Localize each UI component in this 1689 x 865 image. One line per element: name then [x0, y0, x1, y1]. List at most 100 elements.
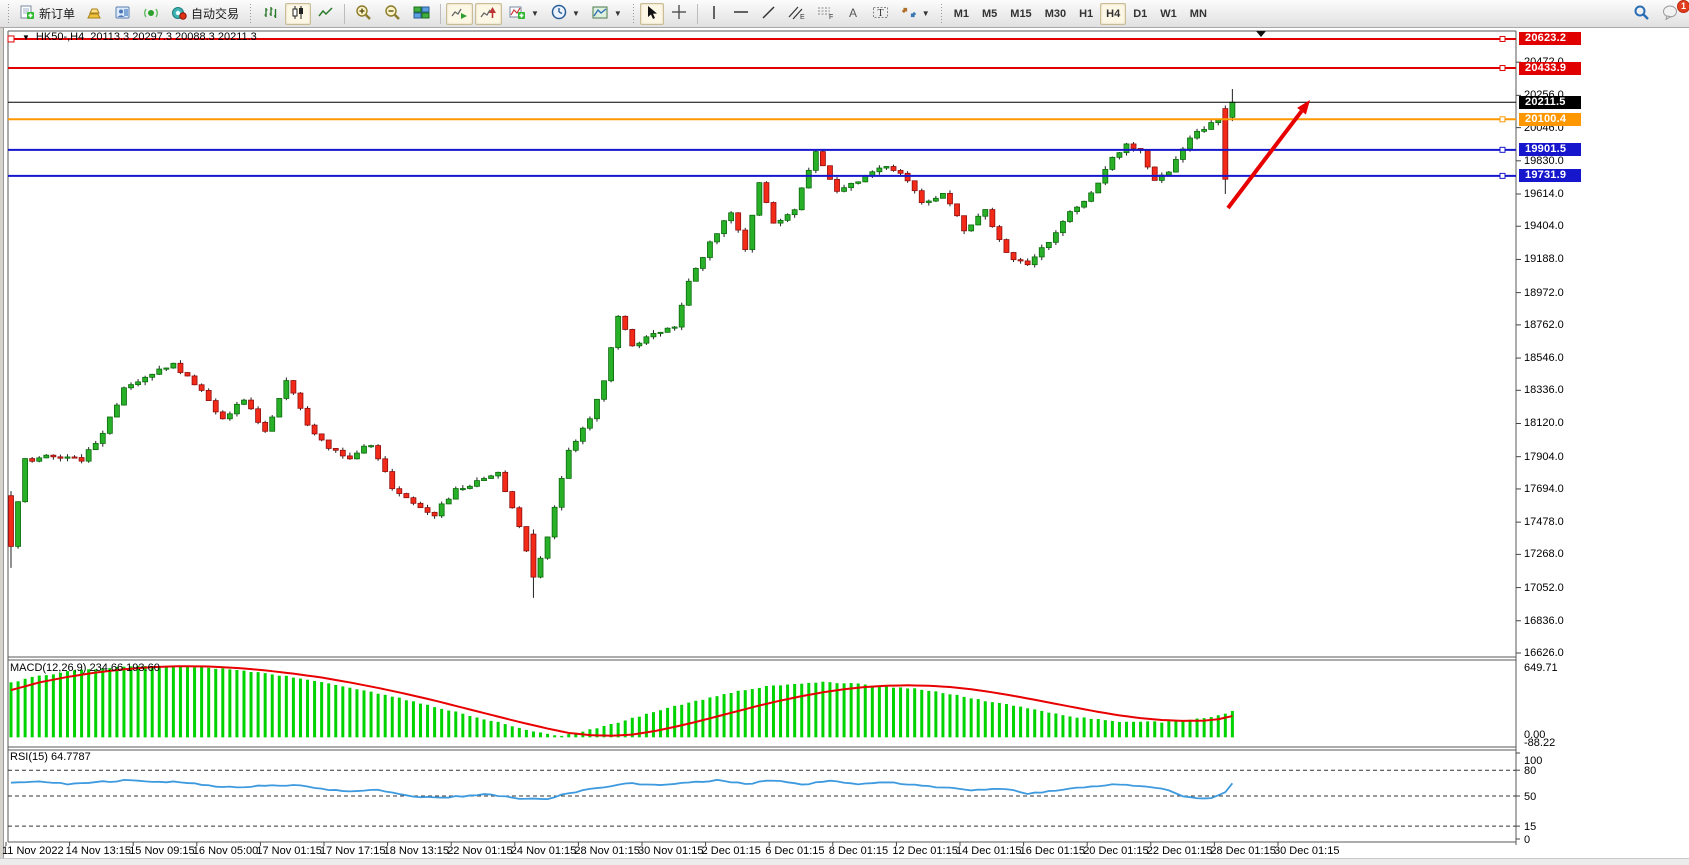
line-handle[interactable]: [1500, 66, 1505, 71]
candle: [1018, 258, 1023, 264]
signal-button[interactable]: [138, 3, 164, 25]
bar-chart-icon: [262, 5, 278, 23]
fibonacci-button[interactable]: F: [812, 3, 839, 25]
text-label-button[interactable]: T: [867, 3, 894, 25]
candle: [418, 502, 423, 508]
candlestick-chart-button[interactable]: [285, 3, 311, 25]
candle: [100, 431, 105, 447]
auto-trading-icon: [171, 5, 187, 23]
line-handle[interactable]: [1500, 117, 1505, 122]
time-tick-label: 30 Nov 01:15: [638, 845, 703, 857]
candle: [566, 448, 571, 479]
candle: [764, 181, 769, 203]
time-tick-label: 17 Nov 01:15: [256, 845, 321, 857]
candle: [256, 406, 261, 424]
zoom-out-button[interactable]: [379, 3, 406, 25]
trend-arrow[interactable]: [1228, 111, 1302, 208]
candle: [326, 440, 331, 451]
zoom-in-button[interactable]: [350, 3, 377, 25]
candle: [1152, 166, 1157, 180]
new-order-button[interactable]: 新订单: [15, 3, 80, 25]
equidistant-channel-button[interactable]: E: [783, 3, 810, 25]
symbol-dropdown-icon[interactable]: ▼: [22, 33, 30, 42]
indicators-button[interactable]: ▼: [504, 3, 544, 25]
accounts-icon: [115, 5, 131, 23]
candle: [891, 165, 896, 172]
candle: [1082, 201, 1087, 209]
line-handle[interactable]: [1500, 36, 1505, 41]
candle: [460, 485, 465, 491]
current-price-badge: 20211.5: [1519, 96, 1581, 109]
zoom-out-icon: [384, 4, 401, 23]
chart-title: ▼ HK50-,H4 20113.3 20297.3 20088.3 20211…: [22, 31, 257, 43]
vertical-line-button[interactable]: [703, 3, 726, 25]
candle: [884, 166, 889, 170]
candle: [997, 225, 1002, 242]
candle: [524, 526, 529, 552]
cursor-button[interactable]: [640, 3, 664, 25]
time-tick-label: 11 Nov 2022: [2, 845, 64, 857]
candle: [157, 366, 162, 375]
candle: [778, 219, 783, 227]
candle: [1060, 220, 1065, 236]
notifications-button[interactable]: 1: [1657, 3, 1685, 25]
candle: [1075, 206, 1080, 214]
timeframe-button-m1[interactable]: M1: [948, 3, 975, 25]
candle: [609, 347, 614, 383]
accounts-button[interactable]: [110, 3, 136, 25]
time-tick-label: 16 Nov 05:00: [193, 845, 258, 857]
candle: [1004, 239, 1009, 253]
chart-window[interactable]: [0, 28, 1689, 858]
shapes-button[interactable]: ▼: [896, 3, 935, 25]
candle: [192, 375, 197, 386]
candle: [679, 303, 684, 330]
chart-canvas[interactable]: [0, 28, 1689, 858]
chart-shift-icon: [480, 5, 497, 23]
trendline-button[interactable]: [756, 3, 781, 25]
periods-icon: [551, 4, 567, 23]
horizontal-line-button[interactable]: [728, 3, 754, 25]
line-chart-button[interactable]: [313, 3, 339, 25]
timeframe-button-h1[interactable]: H1: [1073, 3, 1099, 25]
chart-shift-button[interactable]: [475, 3, 502, 25]
bar-chart-button[interactable]: [257, 3, 283, 25]
candle: [65, 454, 70, 461]
candlestick-chart-icon: [290, 5, 306, 23]
line-handle[interactable]: [1500, 173, 1505, 178]
timeframe-button-mn[interactable]: MN: [1184, 3, 1213, 25]
candle: [121, 387, 126, 406]
auto-trading-button[interactable]: 自动交易: [166, 3, 244, 25]
toolbar-grip: [939, 4, 944, 24]
crosshair-button[interactable]: [666, 3, 692, 25]
timeframe-button-m30[interactable]: M30: [1039, 3, 1072, 25]
candle: [185, 372, 190, 376]
line-handle[interactable]: [8, 36, 14, 42]
candle: [1089, 191, 1094, 202]
template-button[interactable]: ▼: [587, 3, 627, 25]
search-button[interactable]: [1628, 3, 1655, 25]
line-handle[interactable]: [1500, 147, 1505, 152]
trendline-icon: [761, 5, 776, 23]
candle: [1053, 230, 1058, 245]
gold-button[interactable]: [82, 3, 108, 25]
timeframe-button-m15[interactable]: M15: [1004, 3, 1037, 25]
candle: [785, 213, 790, 222]
timeframe-button-m5[interactable]: M5: [976, 3, 1003, 25]
time-tick-label: 14 Nov 13:15: [66, 845, 131, 857]
auto-trading-label: 自动交易: [191, 5, 239, 22]
time-tick-label: 17 Nov 17:15: [320, 845, 385, 857]
candle: [397, 486, 402, 496]
auto-scroll-button[interactable]: [446, 3, 473, 25]
timeframe-button-d1[interactable]: D1: [1127, 3, 1153, 25]
candle: [637, 342, 642, 348]
text-button[interactable]: A: [841, 3, 865, 25]
chevron-down-icon: ▼: [572, 9, 580, 18]
periods-button[interactable]: ▼: [546, 3, 585, 25]
tile-windows-button[interactable]: [408, 3, 435, 25]
timeframe-button-w1[interactable]: W1: [1154, 3, 1183, 25]
candle: [955, 204, 960, 217]
price-tick-label: 17904.0: [1524, 451, 1564, 463]
timeframe-button-h4[interactable]: H4: [1100, 3, 1126, 25]
rsi-axis-label: 80: [1524, 765, 1536, 777]
candle: [693, 267, 698, 281]
